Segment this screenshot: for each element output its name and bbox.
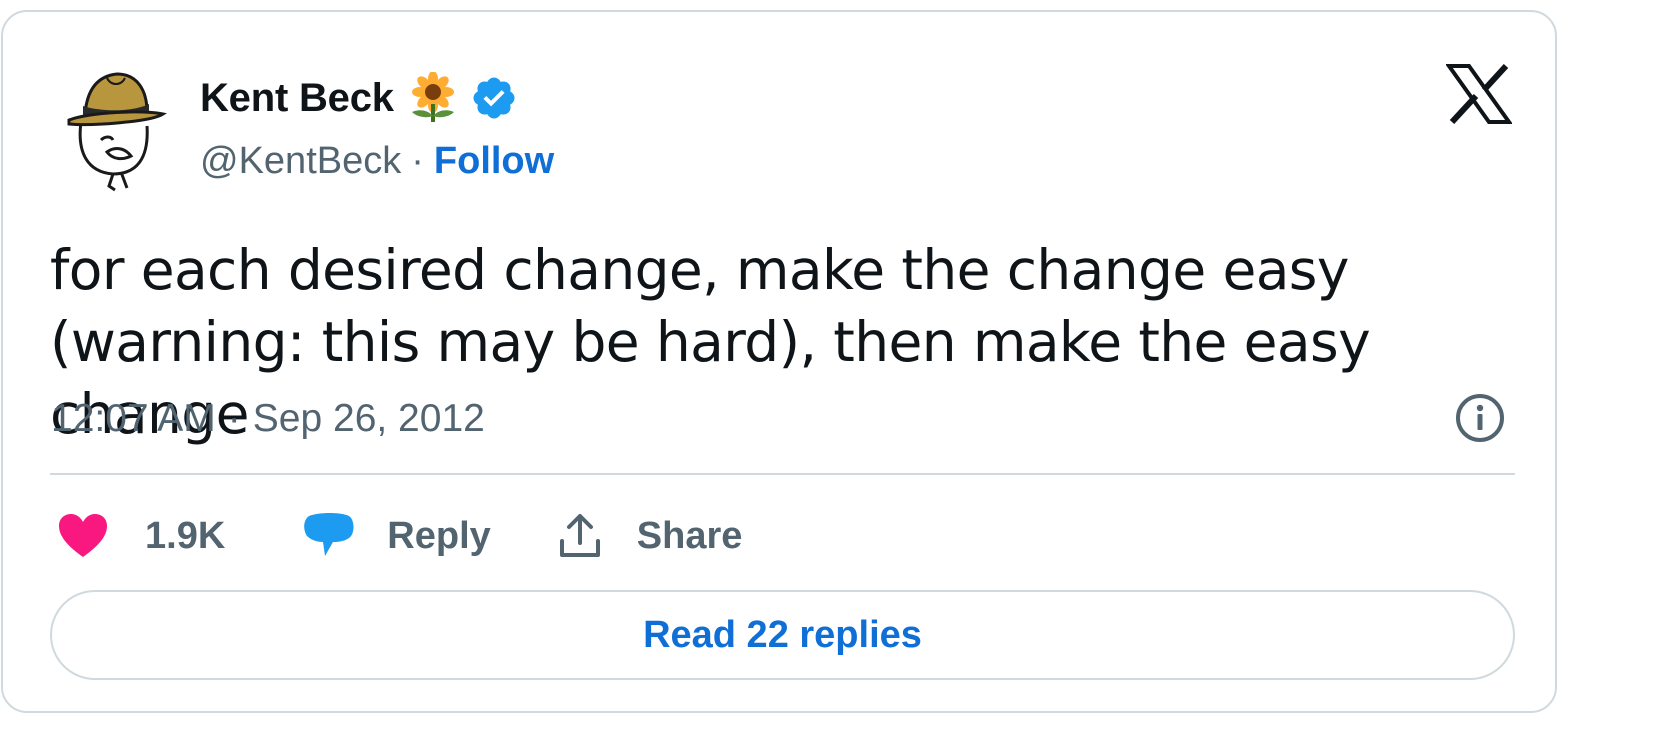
separator-dot: · bbox=[227, 397, 241, 440]
verified-badge-icon[interactable] bbox=[470, 74, 518, 122]
read-replies-label: Read 22 replies bbox=[643, 613, 922, 656]
share-icon bbox=[559, 514, 600, 557]
like-count: 1.9K bbox=[145, 514, 226, 557]
avatar-illustration bbox=[51, 62, 183, 194]
tweet-time: 12:07 AM bbox=[51, 397, 216, 440]
avatar[interactable] bbox=[51, 62, 183, 194]
share-label: Share bbox=[636, 514, 743, 557]
tweet-timestamp[interactable]: 12:07 AM · Sep 26, 2012 bbox=[51, 394, 485, 444]
tweet-card: Kent Beck @KentBeck · Follow for each de… bbox=[1, 10, 1557, 713]
reply-button[interactable]: Reply bbox=[303, 512, 491, 560]
follow-button[interactable]: Follow bbox=[434, 140, 554, 183]
author-handle[interactable]: @KentBeck bbox=[200, 140, 401, 183]
author-handle-row: @KentBeck · Follow bbox=[200, 140, 554, 183]
like-button[interactable]: 1.9K bbox=[57, 513, 225, 559]
reply-bubble-icon bbox=[304, 513, 354, 556]
author-name-row: Kent Beck bbox=[200, 70, 518, 126]
sunflower-icon bbox=[411, 72, 454, 122]
share-button[interactable]: Share bbox=[557, 513, 743, 559]
read-replies-button[interactable]: Read 22 replies bbox=[50, 590, 1515, 680]
tweet-date: Sep 26, 2012 bbox=[252, 397, 485, 440]
divider bbox=[50, 473, 1515, 475]
x-logo-icon[interactable] bbox=[1446, 64, 1512, 124]
info-icon[interactable] bbox=[1454, 392, 1506, 444]
heart-icon bbox=[59, 514, 107, 557]
reply-label: Reply bbox=[387, 514, 491, 557]
tweet-actions: 1.9K Reply Share bbox=[57, 506, 742, 566]
author-name[interactable]: Kent Beck bbox=[200, 76, 394, 121]
separator-dot: · bbox=[411, 140, 424, 182]
